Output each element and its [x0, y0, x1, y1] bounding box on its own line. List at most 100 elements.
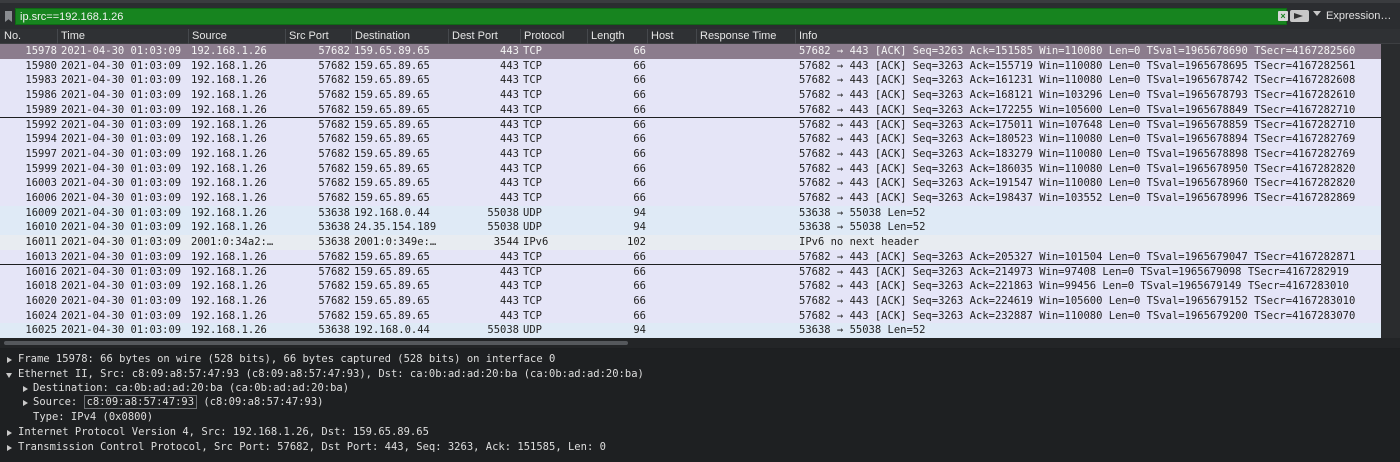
packet-list-horizontal-scrollbar[interactable]: [0, 338, 1400, 348]
recent-filters-dropdown-icon[interactable]: [1313, 11, 1321, 16]
packet-row[interactable]: 16010 2021-04-30 01:03:09 192.168.1.26 5363…: [0, 220, 1381, 236]
packet-row[interactable]: 16006 2021-04-30 01:03:09 192.168.1.26 5768…: [0, 191, 1381, 206]
packet-dest-port: 443: [500, 89, 519, 102]
packet-source: 192.168.1.26: [191, 147, 267, 160]
expand-arrow-icon[interactable]: [7, 430, 12, 436]
expand-arrow-icon[interactable]: [23, 400, 28, 406]
packet-row-selected[interactable]: 15978 2021-04-30 01:03:09 192.168.1.26 5768…: [0, 44, 1381, 59]
packet-row[interactable]: 15999 2021-04-30 01:03:09 192.168.1.26 5768…: [0, 161, 1381, 177]
packet-row[interactable]: 15994 2021-04-30 01:03:09 192.168.1.26 5768…: [0, 132, 1381, 147]
column-header-response-time[interactable]: Response Time: [700, 30, 776, 42]
packet-src-port: 57682: [318, 147, 350, 160]
collapse-arrow-icon[interactable]: [6, 373, 12, 378]
expression-button[interactable]: Expression…: [1326, 10, 1391, 22]
tree-item-tcp[interactable]: Transmission Control Protocol, Src Port:…: [0, 440, 1400, 455]
packet-protocol: TCP: [523, 133, 542, 146]
tree-item-ip[interactable]: Internet Protocol Version 4, Src: 192.16…: [0, 425, 1400, 440]
display-filter-field[interactable]: [15, 8, 1287, 25]
packet-row[interactable]: 15989 2021-04-30 01:03:09 192.168.1.26 5768…: [0, 102, 1381, 118]
column-separator[interactable]: [795, 29, 796, 44]
packet-src-port: 57682: [318, 294, 350, 307]
column-header-dest-port[interactable]: Dest Port: [452, 30, 498, 42]
column-header-length[interactable]: Length: [591, 30, 625, 42]
column-separator[interactable]: [57, 29, 58, 44]
packet-row[interactable]: 16020 2021-04-30 01:03:09 192.168.1.26 5768…: [0, 293, 1381, 309]
column-separator[interactable]: [351, 29, 352, 44]
packet-row[interactable]: 15997 2021-04-30 01:03:09 192.168.1.26 5768…: [0, 146, 1381, 162]
packet-row[interactable]: 15986 2021-04-30 01:03:09 192.168.1.26 5768…: [0, 88, 1381, 103]
column-header-src-port[interactable]: Src Port: [289, 30, 329, 42]
filter-bookmark-icon[interactable]: [5, 11, 12, 22]
column-header-info[interactable]: Info: [799, 30, 817, 42]
column-separator[interactable]: [285, 29, 286, 44]
packet-destination: 159.65.89.65: [354, 177, 430, 190]
column-separator[interactable]: [647, 29, 648, 44]
packet-source: 192.168.1.26: [191, 280, 267, 293]
packet-row[interactable]: 16009 2021-04-30 01:03:09 192.168.1.26 5363…: [0, 205, 1381, 221]
packet-number: 16011: [25, 236, 57, 249]
packet-row[interactable]: 16003 2021-04-30 01:03:09 192.168.1.26 5768…: [0, 176, 1381, 191]
packet-number: 15978: [25, 45, 57, 57]
packet-protocol: TCP: [523, 59, 542, 72]
packet-row[interactable]: 16013 2021-04-30 01:03:09 192.168.1.26 5768…: [0, 249, 1381, 265]
tree-item-frame[interactable]: Frame 15978: 66 bytes on wire (528 bits)…: [0, 352, 1400, 367]
packet-info: 57682 → 443 [ACK] Seq=3263 Ack=224619 Wi…: [799, 294, 1356, 307]
tree-item-eth-type[interactable]: Type: IPv4 (0x0800): [0, 410, 1400, 425]
packet-row[interactable]: 15983 2021-04-30 01:03:09 192.168.1.26 5768…: [0, 73, 1381, 89]
packet-protocol: TCP: [523, 89, 542, 102]
tree-item-label: Type: IPv4 (0x0800): [33, 411, 154, 423]
tree-item-ethernet[interactable]: Ethernet II, Src: c8:09:a8:57:47:93 (c8:…: [0, 367, 1400, 382]
packet-list-header: No. Time Source Src Port Destination Des…: [0, 29, 1400, 44]
packet-row[interactable]: 16024 2021-04-30 01:03:09 192.168.1.26 5768…: [0, 308, 1381, 324]
column-separator[interactable]: [188, 29, 189, 44]
column-separator[interactable]: [520, 29, 521, 44]
scrollbar-thumb[interactable]: [4, 341, 628, 345]
apply-filter-button[interactable]: [1290, 10, 1309, 22]
packet-destination: 159.65.89.65: [354, 147, 430, 160]
packet-number: 16009: [25, 206, 57, 219]
column-header-no[interactable]: No.: [4, 30, 21, 42]
packet-row[interactable]: 16011 2021-04-30 01:03:09 2001:0:34a2:… 536…: [0, 235, 1381, 250]
column-separator[interactable]: [696, 29, 697, 44]
packet-destination: 159.65.89.65: [354, 250, 430, 263]
packet-length: 66: [633, 309, 646, 322]
column-header-protocol[interactable]: Protocol: [524, 30, 564, 42]
packet-protocol: TCP: [523, 250, 542, 263]
column-header-destination[interactable]: Destination: [355, 30, 410, 42]
packet-time: 2021-04-30 01:03:09: [61, 162, 182, 175]
packet-destination: 159.65.89.65: [354, 89, 430, 102]
packet-length: 66: [633, 162, 646, 175]
expand-arrow-icon[interactable]: [7, 445, 12, 451]
packet-source: 192.168.1.26: [191, 74, 267, 87]
packet-row[interactable]: 16025 2021-04-30 01:03:09 192.168.1.26 5363…: [0, 323, 1381, 338]
display-filter-input[interactable]: [16, 9, 1256, 24]
column-separator[interactable]: [587, 29, 588, 44]
packet-row[interactable]: 16018 2021-04-30 01:03:09 192.168.1.26 5768…: [0, 279, 1381, 294]
packet-length: 66: [633, 265, 646, 278]
packet-destination: 159.65.89.65: [354, 162, 430, 175]
column-header-source[interactable]: Source: [192, 30, 227, 42]
tree-item-eth-source[interactable]: Source: c8:09:a8:57:47:93 (c8:09:a8:57:4…: [0, 395, 1400, 410]
packet-row[interactable]: 15980 2021-04-30 01:03:09 192.168.1.26 5768…: [0, 58, 1381, 74]
packet-length: 94: [633, 221, 646, 234]
packet-list-vertical-scrollbar[interactable]: [1381, 44, 1400, 338]
clear-filter-icon[interactable]: ×: [1278, 11, 1288, 21]
scrollbar-thumb[interactable]: [1386, 44, 1395, 338]
packet-dest-port: 443: [500, 309, 519, 322]
packet-source: 192.168.1.26: [191, 206, 267, 219]
expand-arrow-icon[interactable]: [23, 386, 28, 392]
packet-time: 2021-04-30 01:03:09: [61, 133, 182, 146]
column-header-host[interactable]: Host: [651, 30, 674, 42]
packet-row[interactable]: 15992 2021-04-30 01:03:09 192.168.1.26 5768…: [0, 117, 1381, 133]
tree-item-eth-destination[interactable]: Destination: ca:0b:ad:ad:20:ba (ca:0b:ad…: [0, 381, 1400, 396]
packet-info: 57682 → 443 [ACK] Seq=3263 Ack=172255 Wi…: [799, 103, 1356, 116]
source-mac-resolved: (c8:09:a8:57:47:93): [197, 396, 324, 408]
expand-arrow-icon[interactable]: [7, 357, 12, 363]
source-mac-field[interactable]: c8:09:a8:57:47:93: [83, 395, 198, 409]
packet-protocol: TCP: [523, 45, 542, 57]
packet-row[interactable]: 16016 2021-04-30 01:03:09 192.168.1.26 5768…: [0, 264, 1381, 280]
column-separator[interactable]: [448, 29, 449, 44]
column-header-time[interactable]: Time: [61, 30, 85, 42]
packet-protocol: TCP: [523, 294, 542, 307]
packet-number: 16018: [25, 280, 57, 293]
